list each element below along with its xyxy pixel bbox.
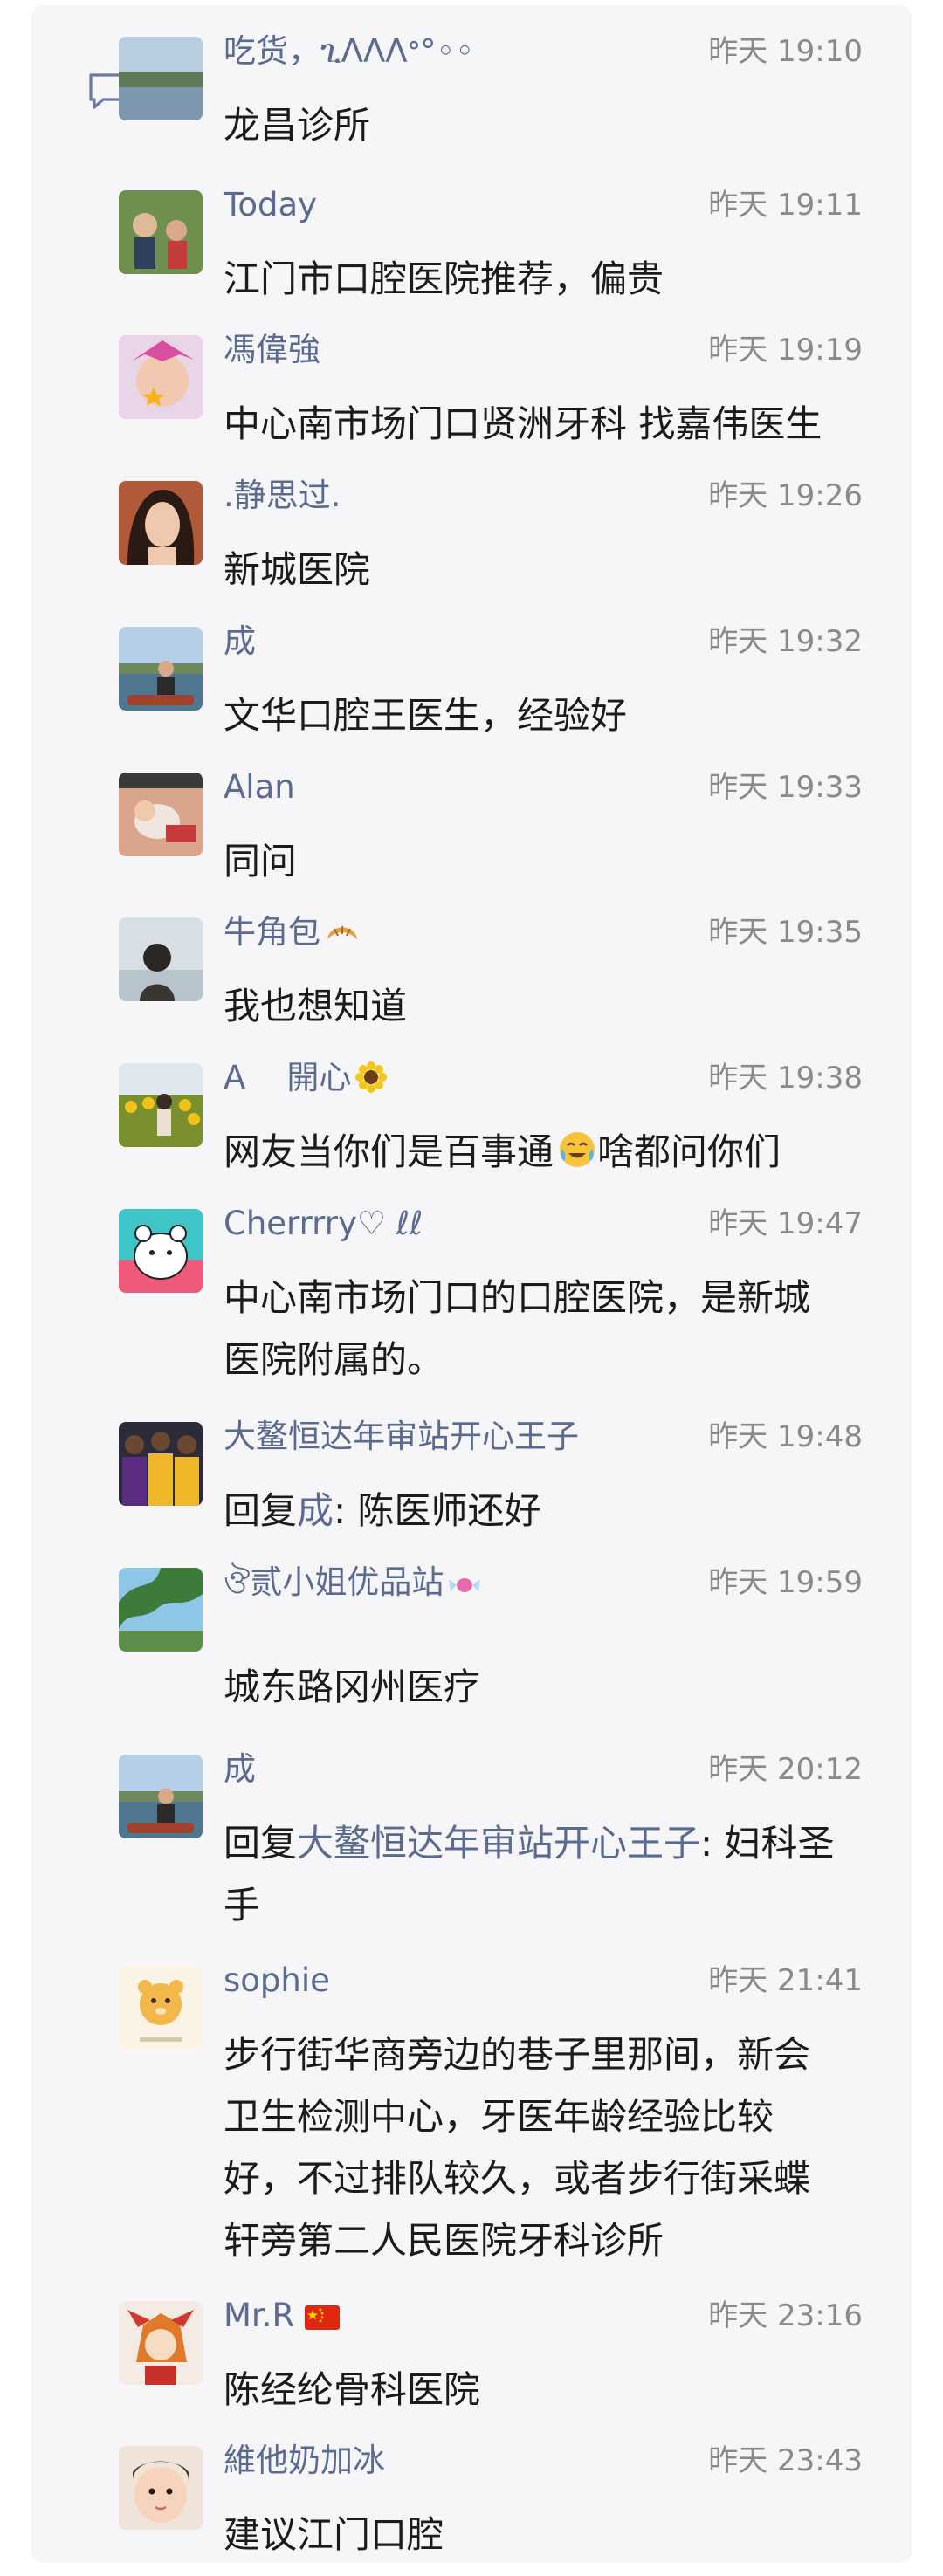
- comment-line: 城东路冈州医疗: [224, 1666, 481, 1708]
- comment-text: 陈经纶骨科医院: [224, 2359, 870, 2421]
- candy-emoji: [449, 1578, 481, 1592]
- comment-time: 昨天 19:10: [708, 34, 863, 69]
- author-name-text: Mr.R: [224, 2297, 295, 2334]
- sunflower-emoji: [355, 1061, 388, 1093]
- comment-text: 龙昌诊所: [224, 94, 870, 156]
- comment-author[interactable]: .静思过.: [224, 474, 341, 518]
- comment-line: 江门市口腔医院推荐，偏贵: [224, 258, 664, 300]
- comment-text: 回复成: 陈医师还好: [224, 1480, 870, 1542]
- comment-time: 昨天 19:33: [708, 770, 863, 805]
- comment-time: 昨天 19:35: [708, 915, 863, 950]
- comment-time: 昨天 19:32: [708, 624, 863, 659]
- reply-prefix: 回复: [224, 1822, 298, 1865]
- comment-author[interactable]: Today: [224, 183, 317, 227]
- comment-text: 网友当你们是百事通 啥都问你们: [224, 1121, 870, 1183]
- comment-author[interactable]: Cherrrry♡ ℓℓ: [224, 1202, 423, 1246]
- comment-time: 昨天 20:12: [708, 1752, 863, 1787]
- comment-text: 中心南市场门口的口腔医院，是新城 医院附属的。: [224, 1267, 870, 1391]
- comment-line: 手: [224, 1884, 261, 1927]
- comment-author[interactable]: A 開心: [224, 1056, 388, 1100]
- comment-time: 昨天 23:16: [708, 2298, 863, 2333]
- comment-line: 好，不过排队较久，或者步行街采蝶: [224, 2157, 811, 2200]
- comment-line: 陈经纶骨科医院: [224, 2368, 481, 2411]
- comment-author[interactable]: 牛角包: [224, 910, 361, 954]
- reply-mention[interactable]: 大鳌恒达年审站开心王子: [297, 1822, 700, 1865]
- comment-text: 新城医院: [224, 539, 870, 601]
- avatar[interactable]: [119, 1422, 203, 1506]
- comment-line: 网友当你们是百事通 啥都问你们: [224, 1121, 870, 1183]
- comment-author[interactable]: 成: [224, 620, 256, 663]
- comment-time: 昨天 23:43: [708, 2443, 863, 2478]
- comment-line: 中心南市场门口贤洲牙科 找嘉伟医生: [224, 402, 823, 445]
- comment-line: 卫生检测中心，牙医年龄经验比较: [224, 2095, 774, 2138]
- comment-author[interactable]: 大鳌恒达年审站开心王子: [224, 1415, 579, 1459]
- comment-text: 文华口腔王医生，经验好: [224, 684, 870, 746]
- comment-time: 昨天 19:38: [708, 1061, 863, 1096]
- avatar[interactable]: [119, 335, 203, 419]
- comment-time: 昨天 19:48: [708, 1419, 863, 1454]
- comment-line: 回复大鳌恒达年审站开心王子: 妇科圣: [224, 1812, 870, 1874]
- comment-text: 江门市口腔医院推荐，偏贵: [224, 248, 870, 310]
- avatar[interactable]: [119, 1568, 203, 1652]
- comment-text: 中心南市场门口贤洲牙科 找嘉伟医生: [224, 393, 870, 455]
- comment-line: 轩旁第二人民医院牙科诊所: [224, 2219, 664, 2262]
- comment-author[interactable]: sophie: [224, 1959, 330, 2002]
- avatar[interactable]: [119, 1966, 203, 2050]
- comment-text-part: 网友当你们是百事通: [224, 1130, 554, 1173]
- comment-author[interactable]: 維他奶加冰: [224, 2439, 385, 2483]
- avatar[interactable]: [119, 2446, 203, 2530]
- comment-line: 医院附属的。: [224, 1338, 444, 1381]
- reply-text: : 陈医师还好: [334, 1489, 541, 1532]
- author-name-text: ঔ贰小姐优品站: [224, 1563, 444, 1601]
- comment-line: 步行街华商旁边的巷子里那间，新会: [224, 2033, 811, 2076]
- croissant-emoji: [327, 926, 357, 939]
- comment-author[interactable]: 成: [224, 1748, 256, 1791]
- comment-text: 建议江门口腔: [224, 2504, 870, 2566]
- comment-line: 同问: [224, 840, 298, 883]
- author-name-text: 牛角包: [224, 913, 320, 951]
- comment-author[interactable]: Alan: [224, 766, 295, 809]
- comment-text: 同问: [224, 830, 870, 892]
- comment-author[interactable]: ঔ贰小姐优品站: [224, 1561, 482, 1604]
- avatar[interactable]: [119, 2301, 203, 2385]
- comment-line: 文华口腔王医生，经验好: [224, 694, 628, 737]
- reply-prefix: 回复: [224, 1489, 298, 1532]
- avatar[interactable]: [119, 1209, 203, 1293]
- reply-mention[interactable]: 成: [297, 1489, 334, 1532]
- comment-line: 回复成: 陈医师还好: [224, 1480, 870, 1542]
- comment-time: 昨天 19:47: [708, 1206, 863, 1241]
- comment-text: 回复大鳌恒达年审站开心王子: 妇科圣 手: [224, 1812, 870, 1936]
- comment-time: 昨天 19:19: [708, 333, 863, 368]
- comment-line: 我也想知道: [224, 985, 408, 1027]
- avatar[interactable]: [119, 190, 203, 274]
- comment-text-part: 啥都问你们: [597, 1130, 781, 1173]
- china-flag-emoji: [305, 2305, 341, 2330]
- crying-laughing-emoji: [560, 1132, 595, 1167]
- avatar[interactable]: [119, 773, 203, 856]
- comment-author[interactable]: 吃货，ጊᐱᐱᐱᐤ°◦◦: [224, 30, 474, 73]
- comment-text: 我也想知道: [224, 975, 870, 1037]
- comment-author[interactable]: Mr.R: [224, 2294, 341, 2338]
- comment-text: 步行街华商旁边的巷子里那间，新会 卫生检测中心，牙医年龄经验比较 好，不过排队较…: [224, 2023, 870, 2271]
- comment-author[interactable]: 馮偉強: [224, 328, 320, 372]
- avatar[interactable]: [119, 917, 203, 1001]
- comment-line: 新城医院: [224, 548, 371, 591]
- avatar[interactable]: [119, 627, 203, 711]
- comment-time: 昨天 19:11: [708, 188, 863, 223]
- comment-line: 建议江门口腔: [224, 2513, 444, 2556]
- avatar[interactable]: [119, 37, 203, 120]
- comment-line: 龙昌诊所: [224, 104, 371, 147]
- comment-line: 中心南市场门口的口腔医院，是新城: [224, 1276, 811, 1319]
- comment-time: 昨天 19:59: [708, 1565, 863, 1600]
- avatar[interactable]: [119, 481, 203, 565]
- author-name-text: A 開心: [224, 1059, 352, 1096]
- avatar[interactable]: [119, 1755, 203, 1838]
- reply-text: : 妇科圣: [700, 1822, 835, 1865]
- comment-time: 昨天 19:26: [708, 478, 863, 513]
- avatar[interactable]: [119, 1063, 203, 1147]
- comment-text: 城东路冈州医疗: [224, 1656, 870, 1718]
- comment-time: 昨天 21:41: [708, 1963, 863, 1998]
